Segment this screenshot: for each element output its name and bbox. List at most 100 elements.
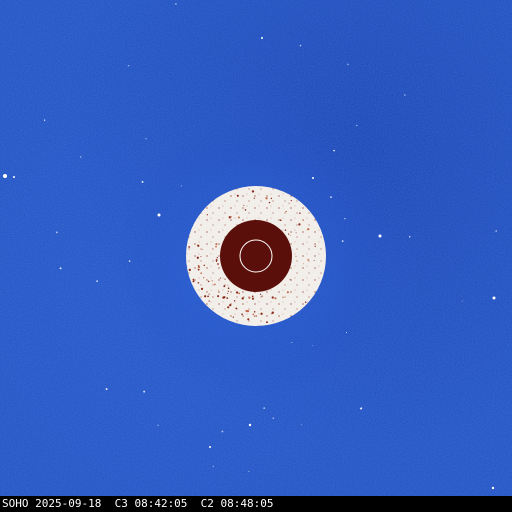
ring-speck bbox=[224, 278, 226, 280]
ring-speck bbox=[268, 201, 271, 204]
star bbox=[404, 94, 406, 96]
star bbox=[299, 44, 302, 47]
caption-bar: SOHO 2025-09-18 C3 08:42:05 C2 08:48:05 bbox=[0, 496, 512, 512]
star bbox=[347, 63, 349, 66]
ring-speck bbox=[222, 296, 225, 299]
ring-speck bbox=[206, 214, 208, 216]
ring-speck bbox=[307, 258, 309, 261]
star bbox=[461, 300, 463, 302]
ring-speck bbox=[204, 295, 207, 298]
star bbox=[301, 424, 303, 426]
ring-speck bbox=[266, 321, 268, 324]
ring-speck bbox=[243, 296, 245, 298]
ring-speck bbox=[217, 295, 220, 298]
ring-speck bbox=[201, 249, 203, 251]
ring-speck bbox=[197, 265, 201, 269]
ring-speck bbox=[200, 287, 204, 290]
ring-speck bbox=[288, 202, 290, 204]
ring-speck bbox=[253, 315, 255, 317]
ring-speck bbox=[237, 216, 240, 219]
star bbox=[59, 267, 62, 270]
ring-speck bbox=[274, 297, 277, 300]
ring-speck bbox=[251, 297, 255, 300]
star bbox=[127, 64, 130, 67]
ring-speck bbox=[251, 190, 255, 193]
ring-speck bbox=[215, 243, 218, 246]
star bbox=[175, 3, 177, 5]
ring-speck bbox=[247, 318, 250, 321]
star bbox=[212, 465, 214, 468]
star bbox=[263, 407, 266, 409]
ring-speck bbox=[227, 292, 229, 294]
star bbox=[312, 345, 314, 346]
ring-speck bbox=[299, 212, 301, 214]
ring-speck bbox=[228, 216, 231, 219]
star bbox=[408, 236, 411, 238]
ring-speck bbox=[252, 313, 255, 316]
ring-speck bbox=[207, 295, 209, 298]
star bbox=[105, 388, 108, 391]
star bbox=[248, 423, 252, 427]
ring-speck bbox=[282, 296, 284, 299]
ring-speck bbox=[216, 257, 218, 259]
star bbox=[360, 407, 363, 410]
ring-speck bbox=[197, 244, 200, 247]
ring-speck bbox=[217, 263, 219, 265]
ring-speck bbox=[212, 248, 213, 250]
ring-speck bbox=[196, 256, 199, 259]
ring-speck bbox=[203, 277, 205, 279]
ring-speck bbox=[290, 200, 292, 202]
ring-speck bbox=[314, 245, 316, 247]
ring-speck bbox=[203, 264, 206, 267]
ring-speck bbox=[200, 256, 202, 257]
ring-speck bbox=[192, 278, 195, 281]
ring-speck bbox=[223, 285, 226, 288]
star bbox=[333, 149, 335, 152]
star bbox=[157, 424, 159, 426]
ring-speck bbox=[227, 306, 230, 309]
star bbox=[330, 196, 332, 198]
ring-speck bbox=[279, 219, 282, 222]
ring-speck bbox=[217, 289, 219, 291]
ring-speck bbox=[197, 282, 200, 284]
ring-speck bbox=[302, 219, 304, 221]
ring-speck bbox=[298, 223, 301, 226]
ring-speck bbox=[290, 234, 291, 236]
ring-speck bbox=[248, 296, 251, 299]
ring-speck bbox=[303, 263, 304, 265]
coronagraph-drawing bbox=[0, 0, 512, 496]
ring-speck bbox=[289, 279, 291, 281]
ring-speck bbox=[188, 268, 191, 272]
star bbox=[55, 231, 58, 234]
star bbox=[128, 260, 131, 262]
star bbox=[143, 390, 146, 393]
star bbox=[312, 177, 314, 179]
ring-speck bbox=[211, 280, 213, 282]
star bbox=[341, 240, 344, 242]
ring-speck bbox=[271, 311, 274, 314]
ring-speck bbox=[226, 297, 229, 299]
ring-speck bbox=[284, 229, 287, 231]
coronagraph-frame: SOHO 2025-09-18 C3 08:42:05 C2 08:48:05 bbox=[0, 0, 512, 512]
ring-speck bbox=[313, 260, 315, 261]
ring-speck bbox=[235, 307, 238, 310]
ring-speck bbox=[265, 197, 268, 200]
star bbox=[13, 176, 15, 178]
ring-speck bbox=[235, 291, 239, 294]
ring-speck bbox=[260, 312, 263, 315]
ring-speck bbox=[227, 287, 230, 290]
ring-speck bbox=[233, 300, 236, 302]
ring-speck bbox=[253, 197, 255, 199]
ring-speck bbox=[307, 228, 310, 231]
star bbox=[180, 185, 182, 187]
ring-speck bbox=[259, 293, 262, 295]
star bbox=[209, 446, 211, 448]
ring-speck bbox=[215, 259, 218, 261]
ring-speck bbox=[207, 280, 210, 283]
ring-speck bbox=[285, 210, 287, 213]
ring-speck bbox=[232, 316, 234, 318]
ring-speck bbox=[246, 309, 250, 313]
star bbox=[141, 180, 144, 183]
star bbox=[3, 174, 7, 178]
star bbox=[291, 341, 293, 343]
